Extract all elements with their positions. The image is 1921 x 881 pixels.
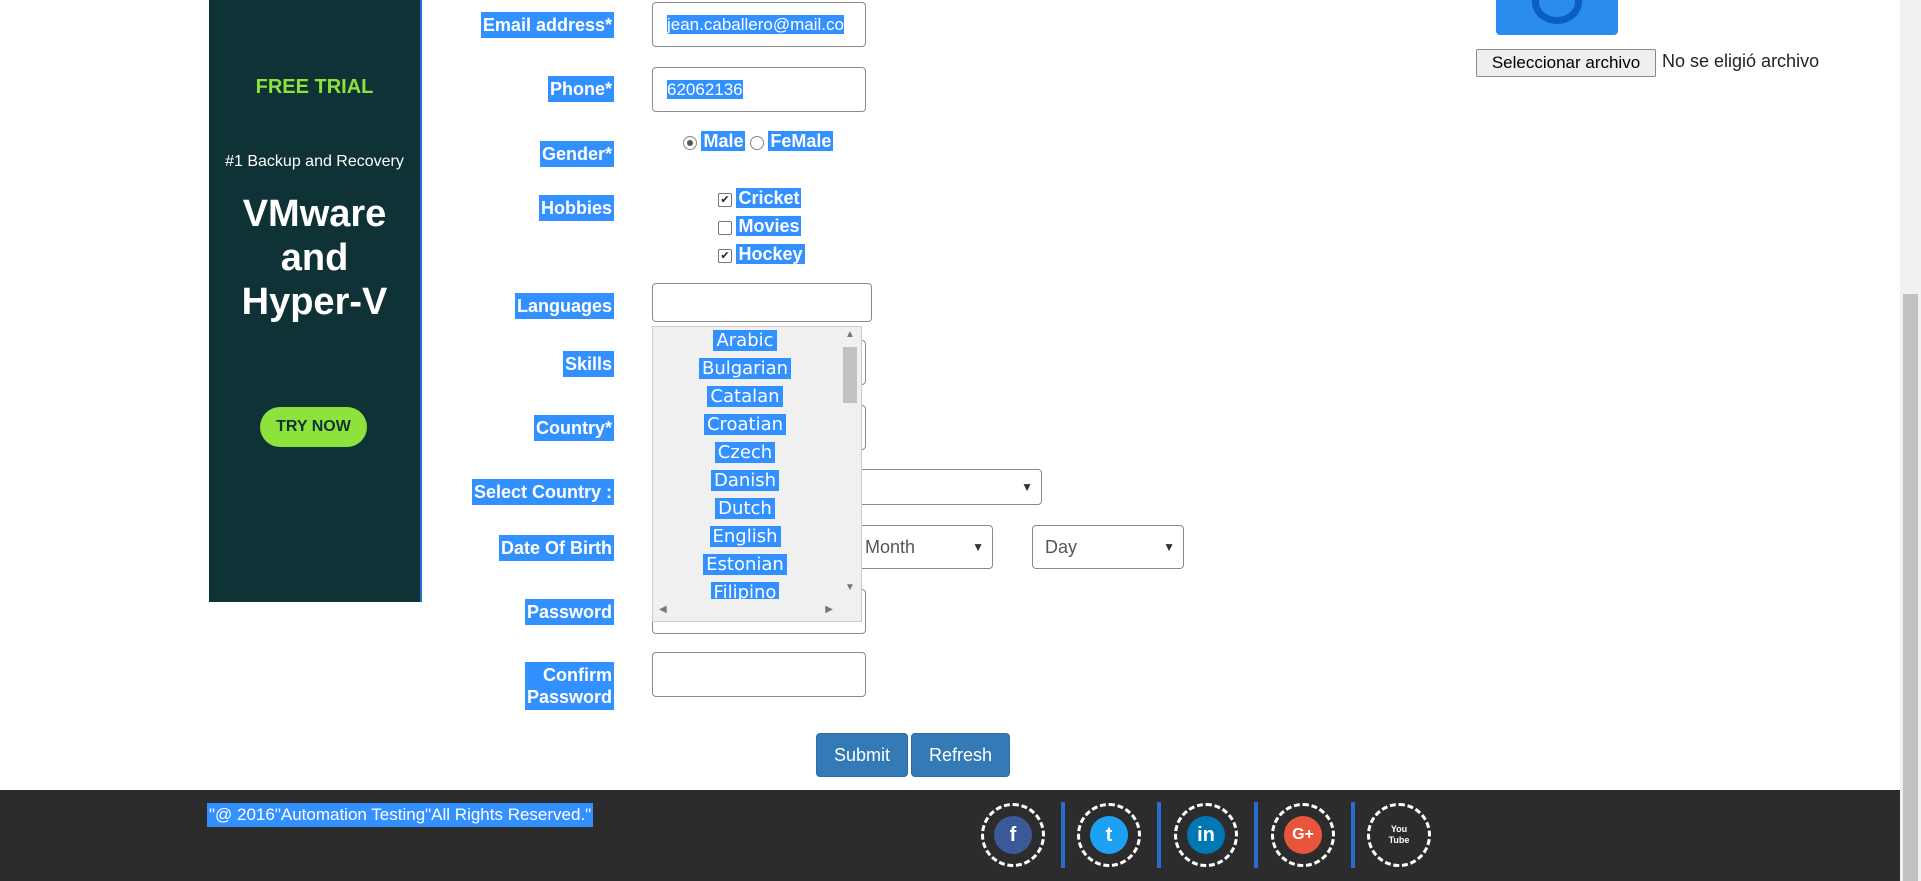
ad-tagline: #1 Backup and Recovery [225,153,404,170]
twitter-icon: t [1090,816,1128,854]
phone-label: Phone* [547,76,614,102]
linkedin-link[interactable]: in [1174,803,1238,867]
facebook-icon: f [994,816,1032,854]
page-scrollbar[interactable] [1900,0,1921,881]
submit-button[interactable]: Submit [816,733,908,777]
dob-day-select[interactable]: Day ▼ [1032,525,1184,569]
divider [1157,802,1161,868]
language-option[interactable]: Estonian [653,551,837,579]
ad-free-trial: FREE TRIAL [255,76,374,98]
hobby-cricket-checkbox[interactable]: ✔ [718,192,732,207]
email-field[interactable]: jean.caballero@mail.co [652,2,866,47]
listbox-horizontal-scrollbar[interactable]: ◀ ▶ [653,599,839,621]
file-status: No se eligió archivo [1662,51,1820,71]
divider [1351,802,1355,868]
phone-field[interactable]: 62062136 [652,67,866,112]
divider [1254,802,1258,868]
footer-copyright: "@ 2016"Automation Testing"All Rights Re… [207,803,594,827]
facebook-link[interactable]: f [981,803,1045,867]
gender-female-label: FeMale [768,131,834,151]
youtube-icon: You Tube [1380,816,1418,854]
listbox-vertical-scrollbar[interactable]: ▲ ▼ [839,327,861,595]
dob-month-select[interactable]: Month ▼ [852,525,993,569]
hobby-movies-checkbox[interactable] [718,220,732,235]
skills-label: Skills [562,351,614,377]
hobby-hockey-checkbox[interactable]: ✔ [718,248,732,263]
scroll-down-icon[interactable]: ▼ [845,582,855,593]
scroll-up-icon[interactable]: ▲ [845,329,855,340]
confirm-password-label: Confirm Password [524,662,614,710]
gender-female-radio[interactable] [749,135,764,150]
select-country-label: Select Country : [471,479,614,505]
languages-listbox[interactable]: Arabic Bulgarian Catalan Croatian Czech Danis… [652,326,862,622]
language-option[interactable]: Dutch [653,495,837,523]
password-label: Password [524,599,614,625]
youtube-link[interactable]: You Tube [1367,803,1431,867]
ad-try-now-button[interactable]: TRY NOW [260,407,367,447]
chevron-down-icon: ▼ [972,540,984,554]
dob-label: Date Of Birth [498,535,614,561]
hobbies-options: ✔ Cricket Movies ✔ Hockey [718,185,805,269]
gender-male-radio[interactable] [683,135,697,150]
language-option[interactable]: Croatian [653,411,837,439]
gender-label: Gender* [539,141,614,167]
googleplus-link[interactable]: G+ [1271,803,1335,867]
language-option[interactable]: Bulgarian [653,355,837,383]
divider [1061,802,1065,868]
chevron-down-icon: ▼ [1163,540,1175,554]
language-option[interactable]: English [653,523,837,551]
scroll-right-icon[interactable]: ▶ [825,604,833,615]
hobby-cricket-label: Cricket [736,188,802,208]
languages-label: Languages [514,293,614,319]
hobby-hockey-label: Hockey [736,244,805,264]
language-option[interactable]: Danish [653,467,837,495]
gender-options: Male FeMale [683,131,834,152]
profile-image [1496,0,1618,35]
gear-icon [1532,0,1582,24]
listbox-scroll-thumb[interactable] [843,347,857,403]
page-scroll-thumb[interactable] [1903,294,1918,881]
hobby-movies-label: Movies [736,216,802,236]
ad-banner[interactable]: FREE TRIAL #1 Backup and Recovery VMware… [209,0,422,602]
gender-male-label: Male [701,131,746,151]
confirm-password-field[interactable] [652,652,866,697]
googleplus-icon: G+ [1284,816,1322,854]
choose-file-button[interactable]: Seleccionar archivo [1476,49,1656,77]
linkedin-icon: in [1187,816,1225,854]
email-label: Email address* [480,12,614,38]
refresh-button[interactable]: Refresh [911,733,1010,777]
chevron-down-icon: ▼ [1021,480,1033,494]
languages-field[interactable] [652,283,872,322]
ad-title: VMware and Hyper-V [241,193,388,323]
twitter-link[interactable]: t [1077,803,1141,867]
language-option[interactable]: Catalan [653,383,837,411]
language-option[interactable]: Arabic [653,327,837,355]
country-label: Country* [534,415,614,441]
languages-options: Arabic Bulgarian Catalan Croatian Czech Danis… [653,327,837,607]
scroll-left-icon[interactable]: ◀ [659,604,667,615]
language-option[interactable]: Czech [653,439,837,467]
hobbies-label: Hobbies [538,195,614,221]
